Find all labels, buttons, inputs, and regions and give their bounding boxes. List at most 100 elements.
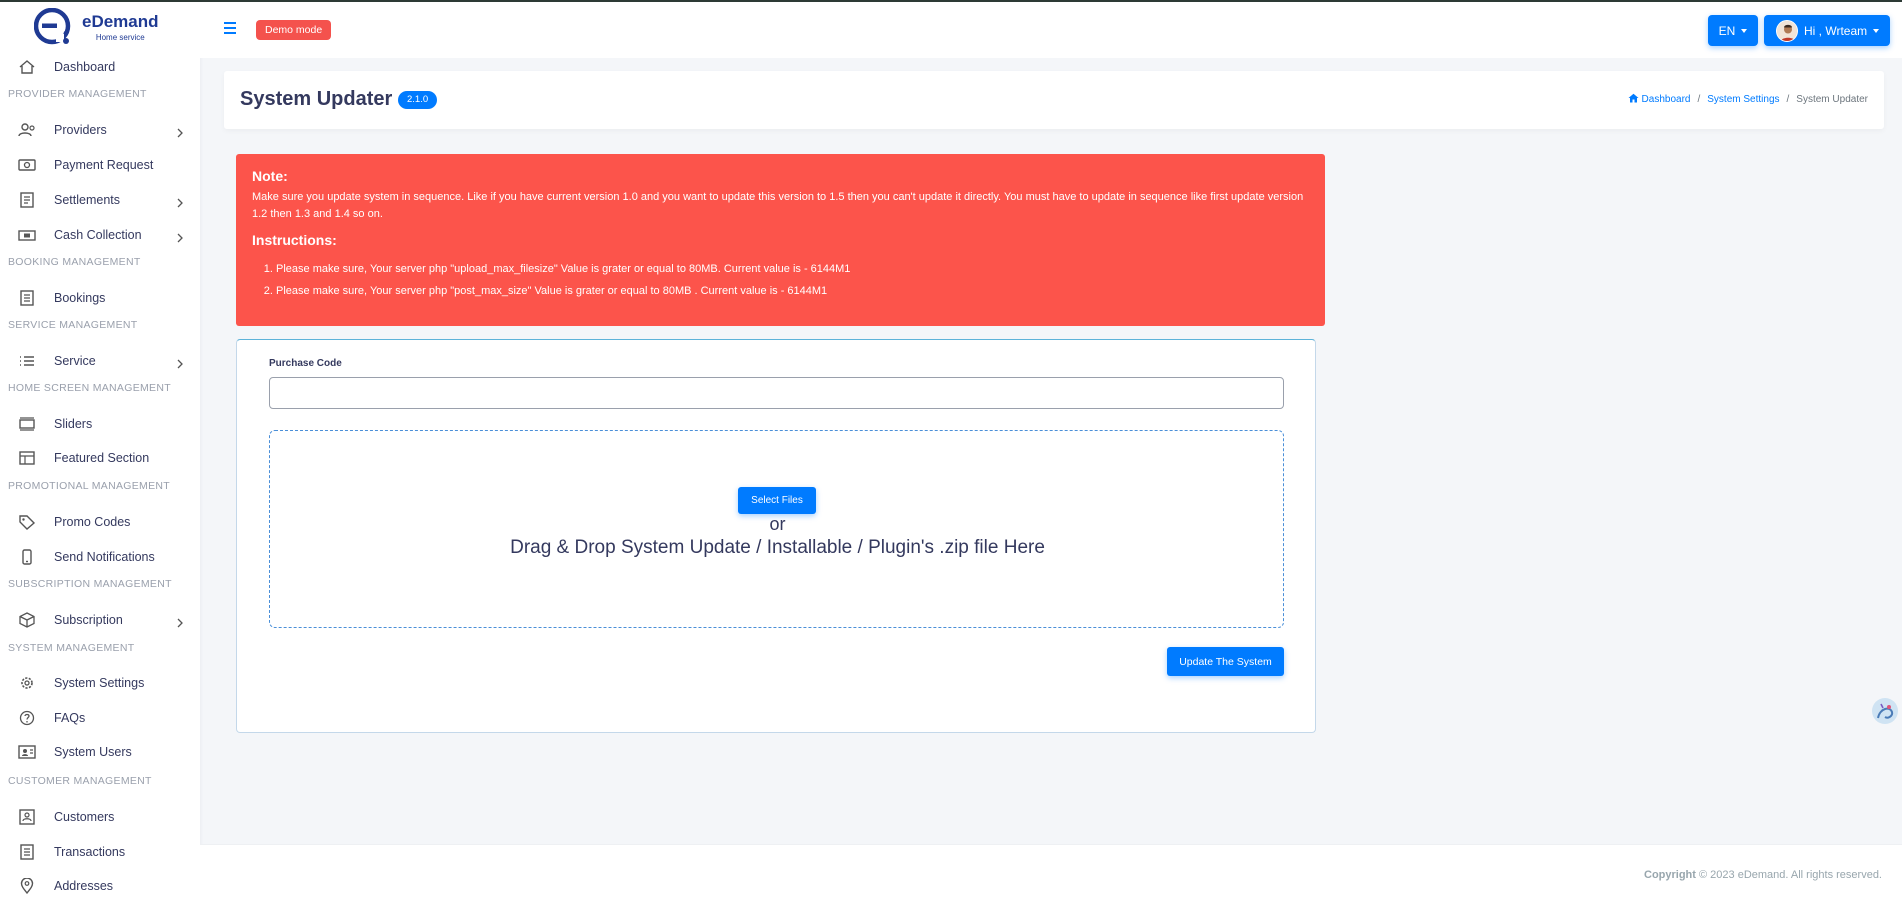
edemand-logo-icon: [33, 7, 72, 46]
purchase-code-input[interactable]: [269, 377, 1284, 409]
breadcrumb-dashboard-link[interactable]: Dashboard: [1642, 94, 1691, 105]
sidebar-item-label: Addresses: [54, 879, 114, 893]
section-service-management: SERVICE MANAGEMENT: [8, 319, 138, 331]
menu-toggle-icon[interactable]: [224, 22, 238, 36]
receipt-icon: [18, 192, 36, 208]
sidebar-item-label: Transactions: [54, 845, 126, 859]
sidebar-item-label: Dashboard: [54, 60, 116, 74]
section-booking-management: BOOKING MANAGEMENT: [8, 256, 141, 268]
sidebar-item-transactions[interactable]: Transactions: [0, 837, 200, 867]
version-badge: 2.1.0: [398, 91, 438, 109]
sidebar-item-providers[interactable]: Providers: [0, 115, 200, 145]
question-circle-icon: [18, 710, 36, 726]
gear-icon: [18, 675, 36, 691]
sidebar-item-label: Payment Request: [54, 158, 154, 172]
caret-down-icon: [1873, 28, 1880, 33]
sidebar-item-send-notifications[interactable]: Send Notifications: [0, 542, 200, 572]
mobile-icon: [18, 549, 36, 565]
sidebar-item-bookings[interactable]: Bookings: [0, 283, 200, 313]
sidebar-item-label: Promo Codes: [54, 515, 131, 529]
users-icon: [18, 122, 36, 138]
brand-logo[interactable]: eDemand Home service: [33, 7, 159, 47]
section-system-management: SYSTEM MANAGEMENT: [8, 642, 135, 654]
user-menu-button[interactable]: Hi , Wrteam: [1764, 15, 1890, 46]
sidebar-item-service[interactable]: Service: [0, 346, 200, 376]
instructions-list: Please make sure, Your server php "uploa…: [264, 258, 850, 302]
sidebar-item-customers[interactable]: Customers: [0, 802, 200, 832]
sidebar-item-sliders[interactable]: Sliders: [0, 409, 200, 439]
note-text: Make sure you update system in sequence.…: [252, 191, 1304, 220]
sidebar-item-label: Settlements: [54, 193, 121, 207]
sidebar-item-label: Cash Collection: [54, 228, 142, 242]
sidebar-item-system-settings[interactable]: System Settings: [0, 668, 200, 698]
section-promotional-management: PROMOTIONAL MANAGEMENT: [8, 480, 170, 492]
sidebar-item-label: Send Notifications: [54, 550, 155, 564]
caret-down-icon: [1741, 28, 1748, 33]
page-title: System Updater: [240, 88, 393, 110]
sidebar-item-label: Providers: [54, 123, 107, 137]
or-text: or: [769, 514, 786, 534]
floating-assistant-icon[interactable]: [1872, 698, 1898, 724]
sidebar-item-label: FAQs: [54, 711, 86, 725]
copyright-rest: © 2023 eDemand. All rights reserved.: [1695, 869, 1882, 881]
instruction-item: Please make sure, Your server php "uploa…: [276, 258, 850, 280]
chevron-right-icon: [176, 125, 184, 138]
chevron-right-icon: [176, 615, 184, 628]
sidebar-item-faqs[interactable]: FAQs: [0, 703, 200, 733]
sidebar-item-system-users[interactable]: System Users: [0, 737, 200, 767]
chevron-right-icon: [176, 356, 184, 369]
copyright-text: Copyright © 2023 eDemand. All rights res…: [1644, 869, 1882, 881]
sliders-icon: [18, 416, 36, 432]
map-pin-icon: [18, 877, 36, 895]
sidebar-item-label: Sliders: [54, 417, 93, 431]
page-header: System Updater 2.1.0 Dashboard / System …: [224, 71, 1884, 129]
sidebar-item-label: Bookings: [54, 291, 106, 305]
system-update-form-card: Purchase Code Select Files or Drag & Dro…: [236, 339, 1316, 733]
section-provider-management: PROVIDER MANAGEMENT: [8, 88, 147, 100]
sidebar-item-settlements[interactable]: Settlements: [0, 185, 200, 215]
cube-icon: [18, 612, 36, 628]
top-navbar: Demo mode EN Hi , Wrteam: [200, 2, 1902, 58]
home-icon: [18, 59, 36, 75]
footer: Copyright © 2023 eDemand. All rights res…: [200, 844, 1902, 897]
update-system-button[interactable]: Update The System: [1167, 647, 1284, 676]
sidebar-item-label: System Users: [54, 745, 132, 759]
sidebar-item-label: Service: [54, 354, 96, 368]
sidebar-item-cash-collection[interactable]: Cash Collection: [0, 220, 200, 250]
list-icon: [18, 353, 36, 369]
brand-subtitle: Home service: [95, 32, 145, 42]
dropzone-instruction: Drag & Drop System Update / Installable …: [510, 537, 1045, 558]
sidebar-item-addresses[interactable]: Addresses: [0, 871, 200, 897]
cash-icon: [18, 227, 36, 243]
home-icon: [1628, 93, 1639, 106]
sidebar: eDemand Home service Dashboard PROVIDER …: [0, 2, 200, 897]
purchase-code-label: Purchase Code: [269, 358, 342, 369]
brand-name: eDemand: [82, 11, 159, 31]
sidebar-item-label: Subscription: [54, 613, 123, 627]
file-dropzone[interactable]: Select Files or Drag & Drop System Updat…: [269, 430, 1284, 628]
sidebar-item-subscription[interactable]: Subscription: [0, 605, 200, 635]
breadcrumb-separator: /: [1786, 94, 1790, 105]
sidebar-item-promo-codes[interactable]: Promo Codes: [0, 507, 200, 537]
language-dropdown-button[interactable]: EN: [1708, 15, 1758, 46]
breadcrumb-current: System Updater: [1796, 94, 1868, 105]
sidebar-item-featured-section[interactable]: Featured Section: [0, 443, 200, 473]
language-label: EN: [1718, 23, 1736, 38]
instruction-item: Please make sure, Your server php "post_…: [276, 280, 850, 302]
select-files-button[interactable]: Select Files: [738, 487, 816, 514]
list-alt-icon: [18, 290, 36, 306]
sidebar-item-label: System Settings: [54, 676, 145, 690]
user-greeting: Hi , Wrteam: [1804, 23, 1868, 38]
breadcrumb-system-settings-link[interactable]: System Settings: [1707, 94, 1779, 105]
sidebar-item-payment-request[interactable]: Payment Request: [0, 150, 200, 180]
section-home-screen-management: HOME SCREEN MANAGEMENT: [8, 382, 171, 394]
instructions-title: Instructions:: [252, 232, 337, 248]
sidebar-item-dashboard[interactable]: Dashboard: [0, 52, 200, 82]
update-note-alert: Note: Make sure you update system in seq…: [236, 154, 1325, 326]
sidebar-item-label: Featured Section: [54, 451, 150, 465]
chevron-right-icon: [176, 230, 184, 243]
money-bill-icon: [18, 157, 36, 173]
layout-icon: [18, 450, 36, 466]
tag-icon: [18, 514, 36, 530]
note-title: Note:: [252, 168, 288, 184]
